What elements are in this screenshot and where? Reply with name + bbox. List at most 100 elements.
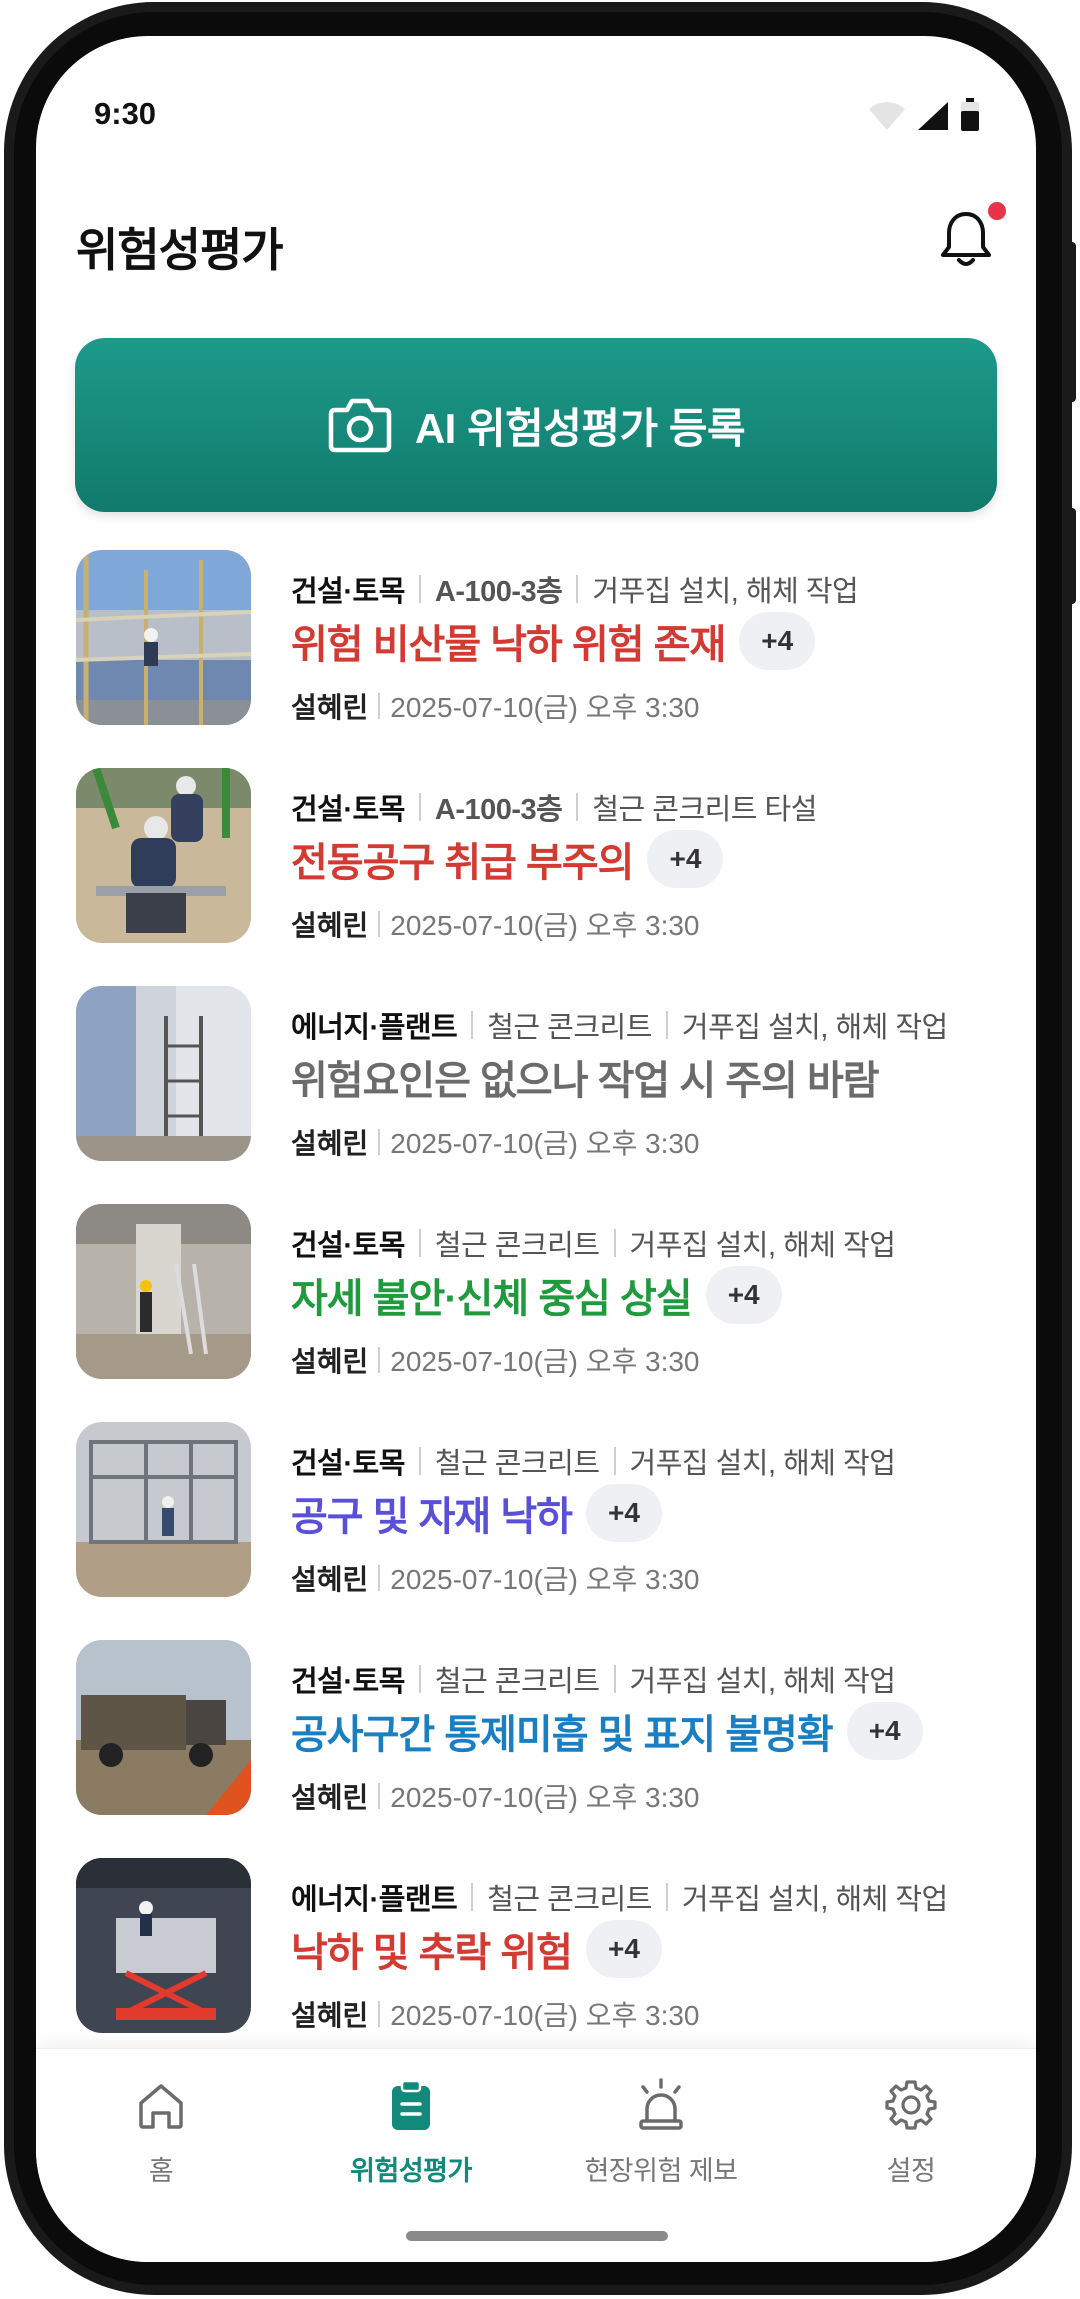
divider [418, 575, 421, 603]
item-category: 건설·토목 [291, 1666, 405, 1698]
item-location: A-100-3층 [434, 576, 563, 608]
power-button [1068, 508, 1076, 604]
divider [378, 693, 381, 719]
item-datetime: 2025-07-10(금) 오후 3:30 [390, 910, 700, 941]
list-item[interactable]: 건설·토목 A-100-3층 거푸집 설치, 해체 작업 위험 비산물 낙하 위… [76, 550, 1016, 726]
divider [378, 1783, 381, 1809]
bell-icon[interactable] [936, 208, 996, 272]
divider [418, 1447, 421, 1475]
volume-button [1068, 242, 1076, 402]
item-category: 에너지·플랜트 [291, 1884, 458, 1916]
status-bar: 9:30 [36, 36, 1036, 186]
nav-item-risk-assessment[interactable]: 위험성평가 [286, 2077, 536, 2197]
item-datetime: 2025-07-10(금) 오후 3:30 [390, 1564, 700, 1595]
item-info: 설혜린 2025-07-10(금) 오후 3:30 [291, 1558, 700, 1598]
item-meta: 건설·토목 철근 콘크리트 거푸집 설치, 해체 작업 [291, 1658, 896, 1700]
divider [378, 1347, 381, 1373]
item-hazard-title: 자세 불안·신체 중심 상실 [291, 1277, 693, 1321]
item-work: 거푸집 설치, 해체 작업 [629, 1230, 896, 1262]
item-category: 건설·토목 [291, 1448, 405, 1480]
item-meta: 건설·토목 A-100-3층 철근 콘크리트 타설 [291, 786, 817, 828]
column-photo-thumbnail [76, 1204, 251, 1379]
item-location: A-100-3층 [434, 794, 563, 826]
item-location: 철근 콘크리트 [487, 1012, 652, 1044]
item-work: 거푸집 설치, 해체 작업 [629, 1448, 896, 1480]
nav-item-home[interactable]: 홈 [36, 2077, 286, 2197]
divider [378, 2001, 381, 2027]
item-hazard-title: 공구 및 자재 낙하 [291, 1495, 573, 1539]
item-location: 철근 콘크리트 [487, 1884, 652, 1916]
divider [471, 1883, 474, 1911]
bottom-navigation: 홈 위험성평가 현장위험 제보 설정 [36, 2048, 1036, 2262]
item-hazard-title: 위험 비산물 낙하 위험 존재 [291, 623, 726, 667]
item-category: 건설·토목 [291, 576, 405, 608]
camera-icon [328, 398, 392, 453]
divider [471, 1011, 474, 1039]
item-meta: 건설·토목 A-100-3층 거푸집 설치, 해체 작업 [291, 568, 859, 610]
nav-label-risk-assessment: 위험성평가 [350, 2156, 472, 2186]
item-hazard-title: 공사구간 통제미흡 및 표지 불명확 [291, 1713, 834, 1757]
item-author: 설혜린 [291, 1782, 369, 1813]
list-item[interactable]: 건설·토목 철근 콘크리트 거푸집 설치, 해체 작업 자세 불안·신체 중심 … [76, 1204, 1016, 1380]
wifi-icon [869, 102, 905, 130]
item-title-row: 전동공구 취급 부주의 +4 [291, 830, 724, 888]
more-count-badge: +4 [585, 1484, 662, 1542]
divider [613, 1229, 616, 1257]
item-datetime: 2025-07-10(금) 오후 3:30 [390, 1782, 700, 1813]
divider [576, 575, 579, 603]
item-category: 건설·토목 [291, 794, 405, 826]
more-count-badge: +4 [585, 1920, 662, 1978]
item-datetime: 2025-07-10(금) 오후 3:30 [390, 2000, 700, 2031]
item-title-row: 공구 및 자재 낙하 +4 [291, 1484, 662, 1542]
item-title-row: 위험 비산물 낙하 위험 존재 +4 [291, 612, 816, 670]
item-hazard-title: 위험요인은 없으나 작업 시 주의 바람 [291, 1059, 880, 1103]
item-work: 거푸집 설치, 해체 작업 [681, 1884, 948, 1916]
item-hazard-title: 전동공구 취급 부주의 [291, 841, 634, 885]
app-screen: 9:30 위험성평가 AI 위험성평가 등록 건설·토목 A-100-3층 거푸… [36, 36, 1036, 2262]
ai-risk-register-button[interactable]: AI 위험성평가 등록 [75, 338, 997, 512]
nav-label-home: 홈 [148, 2156, 174, 2186]
item-info: 설혜린 2025-07-10(금) 오후 3:30 [291, 1994, 700, 2034]
item-author: 설혜린 [291, 1128, 369, 1159]
item-meta: 건설·토목 철근 콘크리트 거푸집 설치, 해체 작업 [291, 1440, 896, 1482]
siren-icon [639, 2078, 683, 2130]
item-work: 거푸집 설치, 해체 작업 [592, 576, 859, 608]
scaffold-photo-thumbnail [76, 550, 251, 725]
list-item[interactable]: 건설·토목 A-100-3층 철근 콘크리트 타설 전동공구 취급 부주의 +4… [76, 768, 1016, 944]
truck-photo-thumbnail [76, 1640, 251, 1815]
nav-item-settings[interactable]: 설정 [786, 2077, 1036, 2197]
item-author: 설혜린 [291, 910, 369, 941]
list-item[interactable]: 에너지·플랜트 철근 콘크리트 거푸집 설치, 해체 작업 위험요인은 없으나 … [76, 986, 1016, 1162]
divider [613, 1447, 616, 1475]
list-item[interactable]: 건설·토목 철근 콘크리트 거푸집 설치, 해체 작업 공사구간 통제미흡 및 … [76, 1640, 1016, 1816]
list-item[interactable]: 에너지·플랜트 철근 콘크리트 거푸집 설치, 해체 작업 낙하 및 추락 위험… [76, 1858, 1016, 2034]
nav-label-settings: 설정 [886, 2156, 936, 2186]
item-title-row: 공사구간 통제미흡 및 표지 불명확 +4 [291, 1702, 923, 1760]
item-location: 철근 콘크리트 [434, 1666, 600, 1698]
ladder-photo-thumbnail [76, 986, 251, 1161]
item-meta: 건설·토목 철근 콘크리트 거푸집 설치, 해체 작업 [291, 1222, 896, 1264]
item-meta: 에너지·플랜트 철근 콘크리트 거푸집 설치, 해체 작업 [291, 1004, 948, 1046]
status-time: 9:30 [94, 96, 157, 131]
divider [378, 911, 381, 937]
item-work: 철근 콘크리트 타설 [592, 794, 817, 826]
home-icon [139, 2084, 183, 2129]
divider [665, 1883, 668, 1911]
battery-icon [961, 98, 979, 131]
item-author: 설혜린 [291, 692, 369, 723]
divider [576, 793, 579, 821]
item-title-row: 자세 불안·신체 중심 상실 +4 [291, 1266, 782, 1324]
divider [418, 1665, 421, 1693]
item-author: 설혜린 [291, 1564, 369, 1595]
item-info: 설혜린 2025-07-10(금) 오후 3:30 [291, 1122, 700, 1162]
divider [418, 793, 421, 821]
more-count-badge: +4 [846, 1702, 923, 1760]
item-category: 에너지·플랜트 [291, 1012, 458, 1044]
item-meta: 에너지·플랜트 철근 콘크리트 거푸집 설치, 해체 작업 [291, 1876, 948, 1918]
more-count-badge: +4 [739, 612, 816, 670]
list-item[interactable]: 건설·토목 철근 콘크리트 거푸집 설치, 해체 작업 공구 및 자재 낙하 +… [76, 1422, 1016, 1598]
nav-item-site-hazard-report[interactable]: 현장위험 제보 [536, 2077, 786, 2197]
gear-icon [885, 2080, 937, 2130]
nav-label-site-hazard-report: 현장위험 제보 [584, 2156, 738, 2186]
divider [418, 1229, 421, 1257]
